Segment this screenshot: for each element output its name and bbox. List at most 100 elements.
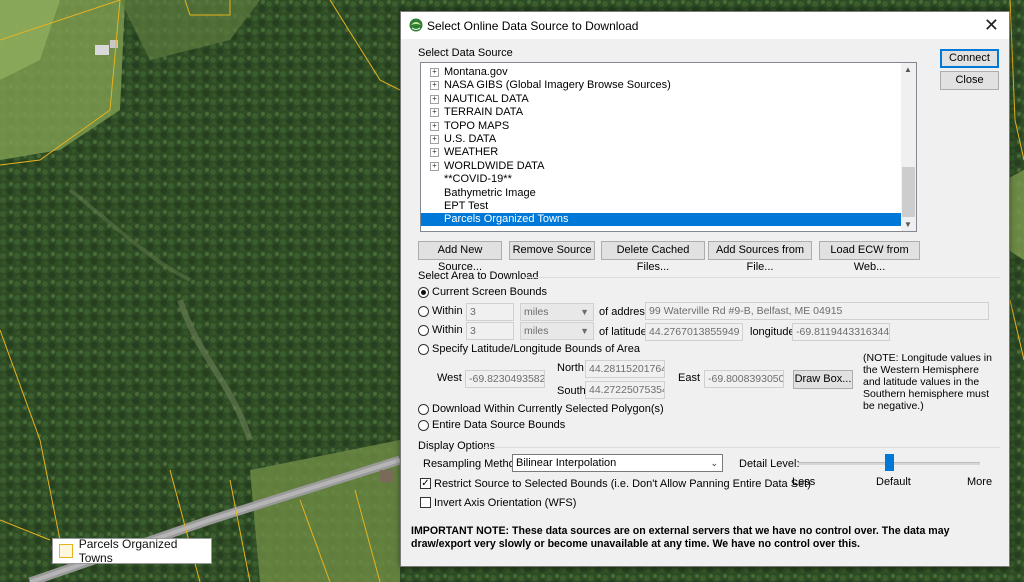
delete-cached-files-button[interactable]: Delete Cached Files... (601, 241, 705, 273)
within-latitude-radio[interactable] (418, 325, 429, 336)
detail-default-label: Default (876, 476, 911, 488)
tree-item-label: Parcels Organized Towns (444, 213, 569, 226)
of-latitude-label: of latitude (599, 326, 647, 338)
close-icon[interactable]: ✕ (984, 15, 999, 35)
specify-bounds-label: Specify Latitude/Longitude Bounds of Are… (432, 343, 640, 355)
chevron-down-icon: ▼ (580, 307, 589, 317)
tree-item-label: TERRAIN DATA (444, 106, 524, 119)
address-distance-field[interactable]: 3 (466, 303, 514, 321)
draw-box-button[interactable]: Draw Box... (793, 370, 853, 389)
dialog-titlebar[interactable]: Select Online Data Source to Download ✕ (401, 12, 1009, 39)
north-field[interactable]: 44.2811520176474 (585, 360, 665, 378)
detail-more-label: More (967, 476, 993, 488)
add-sources-from-file-button[interactable]: Add Sources from File... (708, 241, 812, 273)
detail-level-slider-thumb[interactable] (884, 454, 894, 471)
current-screen-radio[interactable] (418, 287, 429, 298)
resampling-label: Resampling Method: (423, 458, 524, 470)
map-legend: Parcels Organized Towns (52, 537, 212, 565)
address-unit-value: miles (524, 306, 549, 318)
scroll-down-icon[interactable]: ▼ (904, 220, 912, 229)
resampling-select[interactable]: Bilinear Interpolation ⌄ (512, 454, 723, 472)
tree-item[interactable]: EPT Test (421, 200, 901, 213)
area-group-divider (524, 277, 1000, 278)
address-unit-select[interactable]: miles ▼ (520, 303, 594, 321)
add-new-source-button[interactable]: Add New Source... (418, 241, 502, 273)
tree-item[interactable]: + Montana.gov (421, 66, 901, 79)
tree-item[interactable]: Bathymetric Image (421, 187, 901, 200)
within-polygon-label: Download Within Currently Selected Polyg… (432, 403, 664, 415)
select-source-label: Select Data Source (418, 47, 513, 59)
select-online-data-dialog: Select Online Data Source to Download ✕ … (400, 11, 1010, 567)
specify-bounds-radio[interactable] (418, 344, 429, 355)
latitude-field[interactable]: 44.2767013855949 (645, 323, 743, 341)
restrict-bounds-label: Restrict Source to Selected Bounds (i.e.… (434, 478, 811, 490)
display-group-label: Display Options (418, 440, 496, 452)
load-ecw-from-web-button[interactable]: Load ECW from Web... (819, 241, 920, 273)
within-latitude-label: Within (432, 324, 463, 336)
east-field[interactable]: -69.800839305037 (704, 370, 784, 388)
entire-bounds-label: Entire Data Source Bounds (432, 419, 566, 431)
south-field[interactable]: 44.2722507535425 (585, 381, 665, 399)
legend-swatch (59, 544, 73, 558)
expand-plus-icon[interactable]: + (430, 94, 439, 104)
east-label: East (678, 372, 701, 384)
display-group-divider (483, 447, 1000, 448)
tree-item[interactable]: + U.S. DATA (421, 133, 901, 146)
tree-item-label: Bathymetric Image (444, 186, 536, 199)
tree-item-label: WORLDWIDE DATA (444, 159, 545, 172)
scroll-up-icon[interactable]: ▲ (904, 65, 912, 74)
expand-plus-icon[interactable]: + (430, 148, 439, 158)
longitude-field[interactable]: -69.8119443316344 (792, 323, 890, 341)
invert-axis-label: Invert Axis Orientation (WFS) (434, 497, 577, 509)
tree-item[interactable]: Parcels Organized Towns (421, 213, 901, 227)
tree-item-label: Montana.gov (444, 66, 508, 78)
tree-item[interactable]: + TOPO MAPS (421, 120, 901, 133)
within-address-radio[interactable] (418, 306, 429, 317)
north-label: North (557, 362, 584, 374)
current-screen-label: Current Screen Bounds (432, 286, 547, 298)
area-group-label: Select Area to Download (418, 270, 539, 282)
chevron-down-icon: ⌄ (710, 458, 718, 468)
tree-item-label: EPT Test (444, 200, 489, 212)
detail-level-label: Detail Level: (739, 458, 800, 470)
expand-plus-icon[interactable]: + (430, 161, 439, 171)
resampling-value: Bilinear Interpolation (516, 457, 617, 469)
address-field[interactable]: 99 Waterville Rd #9-B, Belfast, ME 04915 (645, 302, 989, 320)
latitude-unit-select[interactable]: miles ▼ (520, 322, 594, 340)
scrollbar-thumb[interactable] (902, 167, 915, 217)
invert-axis-checkbox[interactable] (420, 497, 431, 508)
expand-plus-icon[interactable]: + (430, 81, 439, 91)
tree-item[interactable]: + NASA GIBS (Global Imagery Browse Source… (421, 79, 901, 92)
entire-bounds-radio[interactable] (418, 420, 429, 431)
tree-item-label: **COVID-19** (444, 173, 512, 186)
connect-button[interactable]: Connect (940, 49, 999, 68)
expand-plus-icon[interactable]: + (430, 121, 439, 131)
globe-app-icon (409, 18, 423, 32)
tree-item-label: U.S. DATA (444, 133, 497, 145)
latitude-distance-field[interactable]: 3 (466, 322, 514, 340)
tree-scrollbar[interactable]: ▲ ▼ (901, 63, 916, 231)
within-polygon-radio[interactable] (418, 404, 429, 415)
restrict-bounds-checkbox[interactable]: ✓ (420, 478, 431, 489)
within-address-label: Within (432, 305, 463, 317)
chevron-down-icon: ▼ (580, 326, 589, 336)
west-field[interactable]: -69.8230493582318 (465, 370, 545, 388)
longitude-label: longitude (750, 326, 795, 338)
tree-item[interactable]: + NAUTICAL DATA (421, 93, 901, 106)
tree-item[interactable]: + WEATHER (421, 146, 901, 159)
legend-label: Parcels Organized Towns (78, 537, 178, 565)
south-label: South (557, 385, 586, 397)
tree-item[interactable]: + TERRAIN DATA (421, 106, 901, 119)
expand-plus-icon[interactable]: + (430, 68, 439, 77)
important-note: IMPORTANT NOTE: These data sources are o… (411, 525, 950, 550)
tree-item-label: WEATHER (444, 146, 499, 159)
close-button[interactable]: Close (940, 71, 999, 90)
expand-plus-icon[interactable]: + (430, 135, 439, 144)
tree-item[interactable]: **COVID-19** (421, 173, 901, 186)
tree-item[interactable]: + WORLDWIDE DATA (421, 160, 901, 173)
hemisphere-note: (NOTE: Longitude values in the Western H… (863, 352, 992, 412)
expand-plus-icon[interactable]: + (430, 108, 439, 118)
data-source-tree[interactable]: + Montana.gov + NASA GIBS (Global Imagery B… (420, 62, 917, 232)
remove-source-button[interactable]: Remove Source (509, 241, 595, 260)
tree-item-label: TOPO MAPS (444, 119, 510, 132)
